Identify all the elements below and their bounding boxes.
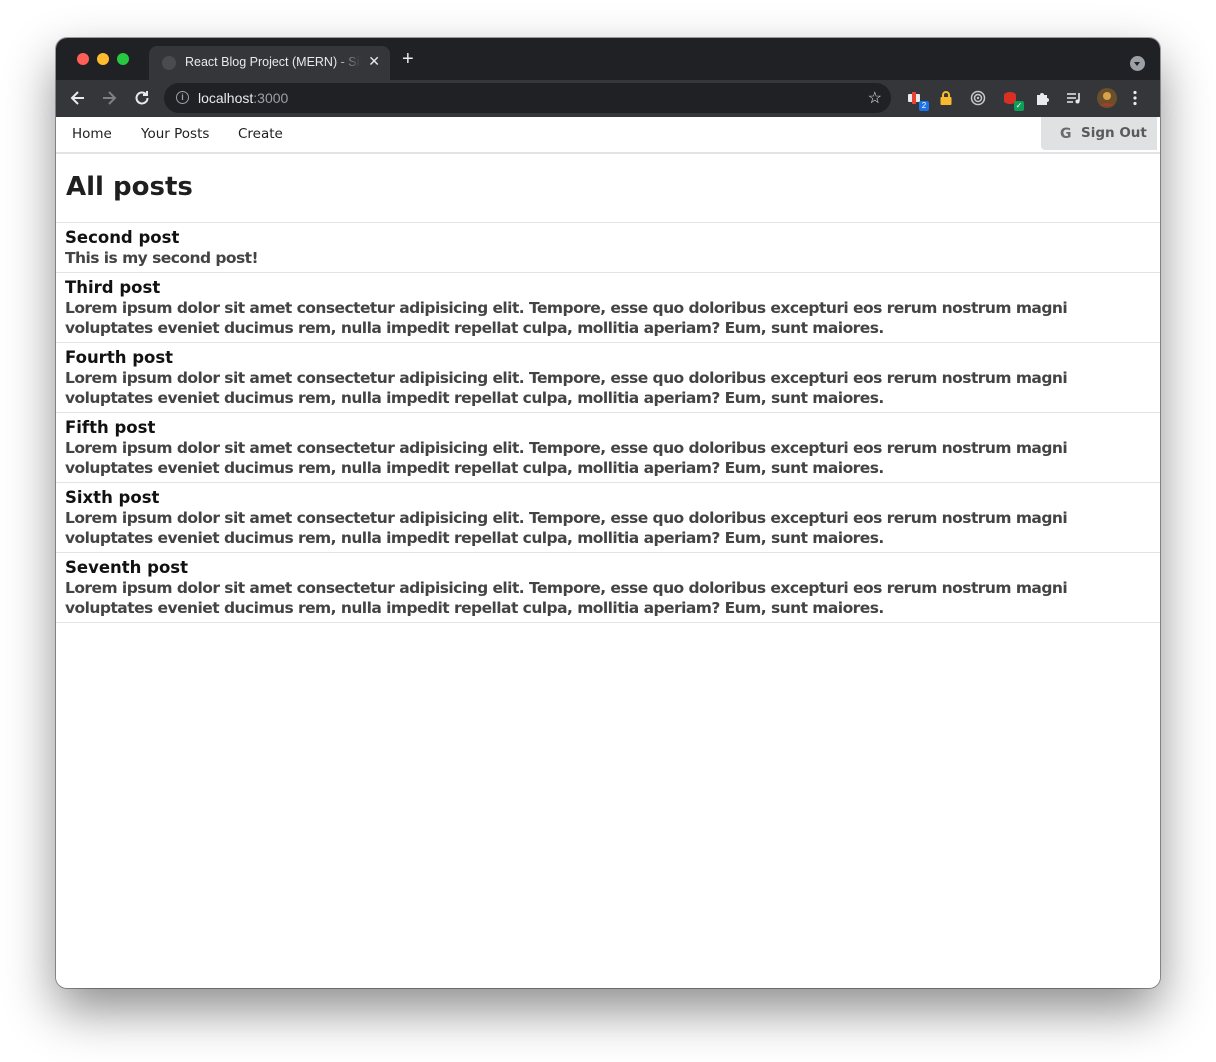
extension-check-badge: ✓ xyxy=(1014,101,1024,111)
post-body: Lorem ipsum dolor sit amet consectetur a… xyxy=(65,299,1068,337)
tab-strip: React Blog Project (MERN) - Sign In ✕ + xyxy=(56,38,1160,80)
page-title: All posts xyxy=(56,154,1160,223)
post-title: Second post xyxy=(65,228,180,247)
post-body: Lorem ipsum dolor sit amet consectetur a… xyxy=(65,509,1068,547)
nav-create-link[interactable]: Create xyxy=(238,126,283,142)
close-window-button[interactable] xyxy=(77,53,89,65)
post-item[interactable]: Sixth post Lorem ipsum dolor sit amet co… xyxy=(56,483,1160,553)
post-title: Sixth post xyxy=(65,488,160,507)
post-item[interactable]: Second post This is my second post! xyxy=(56,223,1160,273)
post-body: This is my second post! xyxy=(65,249,259,267)
nav-your-posts-link[interactable]: Your Posts xyxy=(141,126,209,142)
tab-search-icon[interactable] xyxy=(1130,56,1145,71)
browser-tab[interactable]: React Blog Project (MERN) - Sign In ✕ xyxy=(149,46,390,80)
browser-window: React Blog Project (MERN) - Sign In ✕ + … xyxy=(56,38,1160,988)
post-title: Seventh post xyxy=(65,558,189,577)
post-item[interactable]: Seventh post Lorem ipsum dolor sit amet … xyxy=(56,553,1160,623)
url-text: localhost:3000 xyxy=(198,90,289,106)
globe-icon xyxy=(162,56,176,70)
forward-icon[interactable] xyxy=(99,88,121,108)
post-body: Lorem ipsum dolor sit amet consectetur a… xyxy=(65,369,1068,407)
profile-avatar[interactable] xyxy=(1097,88,1117,108)
post-title: Fifth post xyxy=(65,418,156,437)
address-bar[interactable]: i localhost:3000 ☆ xyxy=(164,83,891,113)
post-item[interactable]: Fourth post Lorem ipsum dolor sit amet c… xyxy=(56,343,1160,413)
post-item[interactable]: Third post Lorem ipsum dolor sit amet co… xyxy=(56,273,1160,343)
nav-home-link[interactable]: Home xyxy=(72,126,112,142)
tab-title: React Blog Project (MERN) - Sign In xyxy=(185,55,361,69)
sign-out-label: Sign Out xyxy=(1081,125,1147,141)
browser-toolbar: i localhost:3000 ☆ 2 ✓ xyxy=(56,80,1160,117)
lock-icon[interactable] xyxy=(938,90,954,106)
maximize-window-button[interactable] xyxy=(117,53,129,65)
media-queue-icon[interactable] xyxy=(1066,90,1082,106)
post-list: Second post This is my second post! Thir… xyxy=(56,223,1160,623)
post-title: Fourth post xyxy=(65,348,174,367)
site-navbar: Home Your Posts Create G Sign Out xyxy=(56,117,1160,154)
page-content: Home Your Posts Create G Sign Out All po… xyxy=(56,117,1160,988)
reload-icon[interactable] xyxy=(132,88,154,108)
extension-red-icon[interactable]: ✓ xyxy=(1002,90,1024,111)
back-icon[interactable] xyxy=(68,88,90,108)
browser-menu-icon[interactable] xyxy=(1132,90,1142,106)
post-title: Third post xyxy=(65,278,161,297)
target-icon[interactable] xyxy=(970,90,986,106)
sign-out-button[interactable]: G Sign Out xyxy=(1041,117,1157,150)
post-body: Lorem ipsum dolor sit amet consectetur a… xyxy=(65,439,1068,477)
extension-badge: 2 xyxy=(919,101,929,111)
close-tab-icon[interactable]: ✕ xyxy=(368,53,380,70)
google-icon: G xyxy=(1060,126,1072,142)
post-body: Lorem ipsum dolor sit amet consectetur a… xyxy=(65,579,1068,617)
puzzle-icon[interactable] xyxy=(1034,90,1050,106)
info-icon[interactable]: i xyxy=(176,91,189,104)
extension-bookmark-icon[interactable]: 2 xyxy=(907,90,929,111)
new-tab-icon[interactable]: + xyxy=(402,49,414,69)
post-item[interactable]: Fifth post Lorem ipsum dolor sit amet co… xyxy=(56,413,1160,483)
bookmark-star-icon[interactable]: ☆ xyxy=(868,88,882,108)
minimize-window-button[interactable] xyxy=(97,53,109,65)
